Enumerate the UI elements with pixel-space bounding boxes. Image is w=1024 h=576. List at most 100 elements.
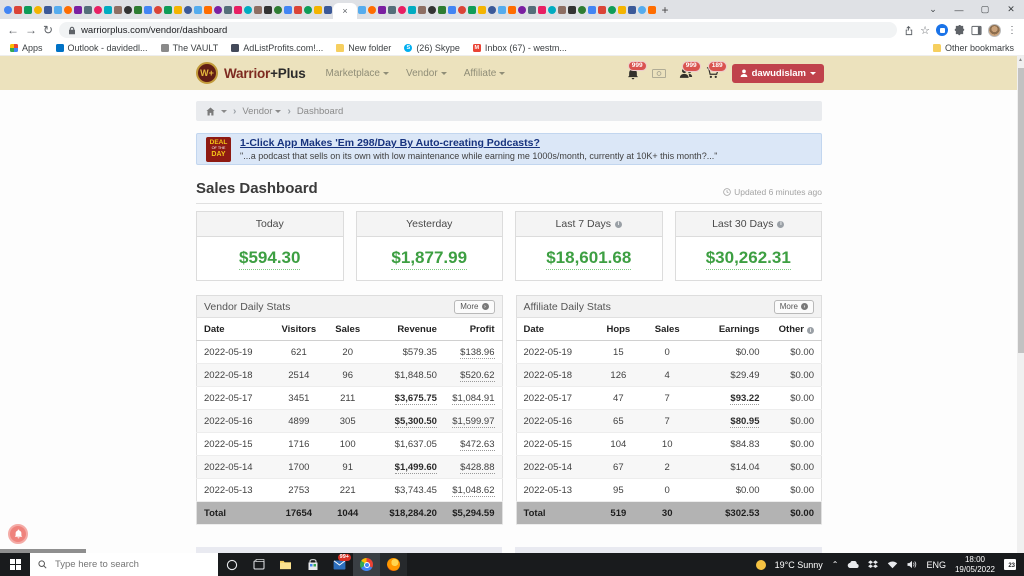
- onedrive-cloud-icon[interactable]: [847, 560, 860, 569]
- network-wifi-icon[interactable]: [887, 560, 898, 569]
- browser-tab[interactable]: [457, 1, 467, 18]
- browser-tab[interactable]: [397, 1, 407, 18]
- bookmark-item[interactable]: New folder: [336, 43, 391, 53]
- mail-icon[interactable]: 99+: [326, 553, 353, 576]
- minimize-button[interactable]: —: [946, 0, 972, 19]
- browser-tab[interactable]: [173, 1, 183, 18]
- browser-tab[interactable]: [517, 1, 527, 18]
- back-button[interactable]: ←: [7, 24, 19, 36]
- scroll-up-arrow[interactable]: ▲: [1017, 58, 1024, 63]
- browser-tab[interactable]: [627, 1, 637, 18]
- table-cell[interactable]: $1,048.62: [443, 478, 502, 502]
- browser-tab[interactable]: [427, 1, 437, 18]
- browser-tab[interactable]: [123, 1, 133, 18]
- affiliates-users-icon[interactable]: 999: [679, 61, 701, 79]
- browser-tab[interactable]: [367, 1, 377, 18]
- browser-tab[interactable]: [203, 1, 213, 18]
- home-icon[interactable]: [206, 106, 215, 116]
- table-cell[interactable]: $428.88: [443, 455, 502, 479]
- browser-tab[interactable]: [213, 1, 223, 18]
- browser-tab[interactable]: [153, 1, 163, 18]
- browser-tab[interactable]: [577, 1, 587, 18]
- browser-tab[interactable]: [243, 1, 253, 18]
- browser-tab[interactable]: [407, 1, 417, 18]
- start-button[interactable]: [0, 553, 30, 576]
- info-icon[interactable]: i: [777, 220, 785, 228]
- language-indicator[interactable]: ENG: [926, 560, 946, 570]
- browser-tab[interactable]: [63, 1, 73, 18]
- cart-icon[interactable]: 189: [706, 61, 727, 79]
- browser-tab[interactable]: [647, 1, 657, 18]
- browser-tab[interactable]: [387, 1, 397, 18]
- info-icon[interactable]: i: [614, 220, 622, 228]
- browser-tab[interactable]: [607, 1, 617, 18]
- browser-tab[interactable]: [487, 1, 497, 18]
- browser-tab[interactable]: [587, 1, 597, 18]
- browser-tab[interactable]: [313, 1, 323, 18]
- bookmark-star-icon[interactable]: ☆: [920, 24, 930, 37]
- browser-tab[interactable]: [293, 1, 303, 18]
- browser-tab[interactable]: [263, 1, 273, 18]
- table-cell[interactable]: $80.95: [690, 409, 767, 433]
- browser-tab[interactable]: [53, 1, 63, 18]
- browser-tab[interactable]: [43, 1, 53, 18]
- dropbox-icon[interactable]: [868, 560, 879, 569]
- browser-tab[interactable]: [437, 1, 447, 18]
- browser-tab[interactable]: [13, 1, 23, 18]
- table-cell[interactable]: $1,499.60: [367, 455, 444, 479]
- search-input[interactable]: [53, 558, 183, 571]
- vertical-scrollbar[interactable]: ▲: [1017, 56, 1024, 553]
- tab-close-icon[interactable]: ×: [342, 6, 347, 16]
- close-button[interactable]: ✕: [998, 0, 1024, 19]
- browser-tab[interactable]: [253, 1, 263, 18]
- browser-tab[interactable]: [477, 1, 487, 18]
- browser-tab[interactable]: [33, 1, 43, 18]
- vendor-more-button[interactable]: More ›: [454, 299, 495, 314]
- browser-tab[interactable]: [193, 1, 203, 18]
- profile-avatar[interactable]: [988, 23, 1001, 37]
- browser-tab[interactable]: [83, 1, 93, 18]
- browser-tab[interactable]: [93, 1, 103, 18]
- browser-tab[interactable]: [467, 1, 477, 18]
- address-bar[interactable]: warriorplus.com/vendor/dashboard: [59, 22, 898, 38]
- share-icon[interactable]: [903, 25, 914, 36]
- hidden-icons-chevron[interactable]: ⌃: [832, 560, 839, 569]
- browser-tab[interactable]: [113, 1, 123, 18]
- tab-search-chevron-icon[interactable]: ⌄: [920, 0, 946, 19]
- chrome-taskbar-icon[interactable]: [353, 553, 380, 576]
- warriorplus-logo[interactable]: W+: [196, 62, 218, 84]
- scrollbar-thumb[interactable]: [1017, 68, 1024, 353]
- browser-tab[interactable]: [537, 1, 547, 18]
- bookmark-item[interactable]: The VAULT: [160, 43, 218, 53]
- taskbar-clock[interactable]: 18:00 19/05/2022: [955, 555, 995, 574]
- browser-tab[interactable]: [377, 1, 387, 18]
- affiliate-more-button[interactable]: More ›: [773, 299, 814, 314]
- browser-tab[interactable]: [303, 1, 313, 18]
- browser-tab[interactable]: [23, 1, 33, 18]
- deal-title-link[interactable]: 1-Click App Makes 'Em 298/Day By Auto-cr…: [240, 137, 717, 149]
- nav-affiliate[interactable]: Affiliate: [464, 68, 506, 79]
- user-menu-button[interactable]: dawudislam: [731, 63, 824, 83]
- table-cell[interactable]: $1,084.91: [443, 386, 502, 410]
- new-tab-button[interactable]: +: [657, 3, 673, 17]
- other-bookmarks[interactable]: Other bookmarks: [932, 43, 1014, 53]
- browser-tab[interactable]: [637, 1, 647, 18]
- browser-tab[interactable]: [557, 1, 567, 18]
- browser-tab[interactable]: [163, 1, 173, 18]
- card-value-link[interactable]: $1,877.99: [391, 248, 468, 270]
- browser-tab[interactable]: [73, 1, 83, 18]
- extensions-puzzle-icon[interactable]: [954, 24, 965, 36]
- bookmark-item[interactable]: M Inbox (67) - westm...: [472, 43, 567, 53]
- file-explorer-icon[interactable]: [272, 553, 299, 576]
- browser-tab[interactable]: [143, 1, 153, 18]
- reload-button[interactable]: ↻: [43, 24, 53, 36]
- maximize-button[interactable]: ▢: [972, 0, 998, 19]
- table-cell[interactable]: $3,675.75: [367, 386, 444, 410]
- browser-tab[interactable]: [567, 1, 577, 18]
- browser-tab[interactable]: [233, 1, 243, 18]
- forward-button[interactable]: →: [25, 24, 37, 36]
- bookmark-item[interactable]: S (26) Skype: [404, 43, 460, 53]
- browser-tab[interactable]: [133, 1, 143, 18]
- browser-tab[interactable]: [323, 1, 333, 18]
- nav-vendor[interactable]: Vendor: [406, 68, 447, 79]
